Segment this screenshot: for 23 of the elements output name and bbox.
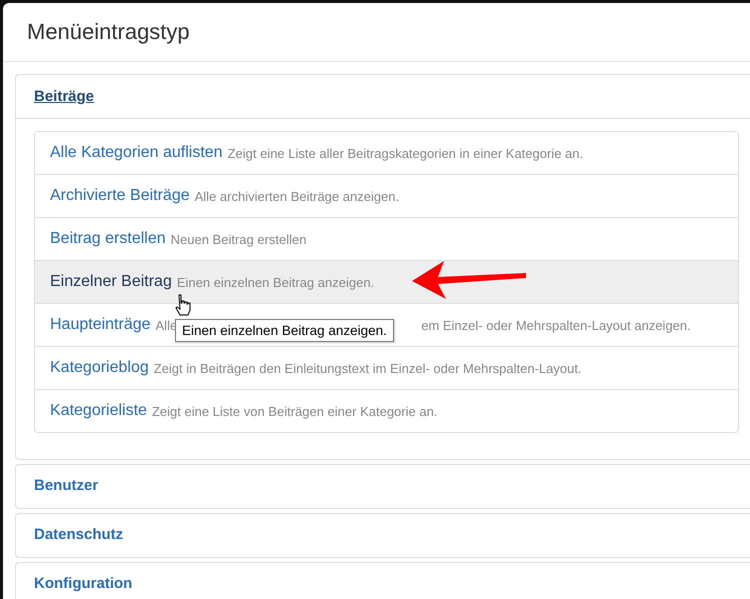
menu-item-link[interactable]: Beitrag erstellen (50, 230, 166, 248)
item-description: Einen einzelnen Beitrag anzeigen. (176, 274, 374, 290)
item-description: Neuen Beitrag erstellen (170, 232, 306, 246)
accordion-header[interactable]: Benutzer (34, 477, 98, 494)
menu-item-link[interactable]: Archivierte Beiträge (50, 187, 190, 205)
menu-item-link[interactable]: Kategorieliste (50, 402, 147, 420)
menu-item[interactable]: Kategorieliste Zeigt eine Liste von Beiträgen einer Kategorie an. (35, 389, 738, 432)
item-description: Alle archivierten Beiträge anzeigen. (194, 188, 400, 204)
menu-item[interactable]: Einzelner Beitrag Einen einzelnen Beitrag anzeigen. (35, 260, 738, 303)
accordion-header[interactable]: Beiträge (34, 88, 94, 105)
item-description: Zeigt eine Liste von Beiträgen einer Kategorie an. (152, 404, 438, 418)
tooltip: Einen einzelnen Beitrag anzeigen. (175, 319, 394, 342)
menu-item-link[interactable]: Haupteinträge (50, 316, 151, 334)
item-description: Zeigt eine Liste aller Beitragskategorien in einer Kategorie an. (228, 146, 584, 160)
menu-item-link[interactable]: Einzelner Beitrag (50, 273, 172, 291)
menu-item-link[interactable]: Alle Kategorien auflisten (50, 144, 223, 162)
item-description: Zeigt in Beiträgen den Einleitungstext im Einzel- oder Mehrspalten-Layout. (154, 360, 582, 376)
item-description: em Einzel- oder Mehrspalten-Layout anzeigen. (421, 318, 691, 332)
modal-title: Menüeintragstyp (27, 19, 190, 45)
menu-item-link[interactable]: Kategorieblog (50, 359, 149, 377)
hand-cursor-icon (175, 294, 191, 316)
accordion-header[interactable]: Datenschutz (34, 526, 124, 543)
accordion-header[interactable]: Konfiguration (34, 575, 132, 592)
